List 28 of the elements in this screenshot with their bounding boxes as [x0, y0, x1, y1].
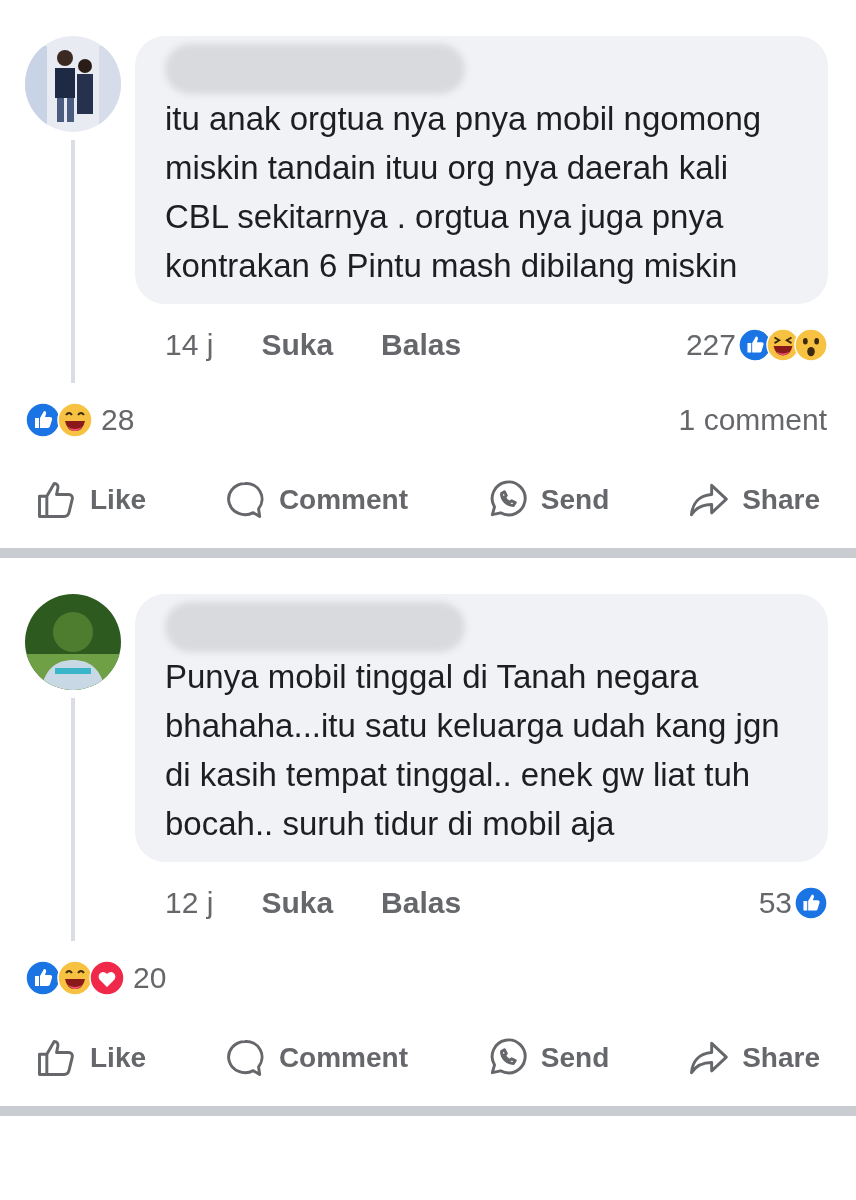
send-button[interactable]: Send — [484, 1036, 610, 1080]
reply-link[interactable]: Balas — [381, 322, 462, 367]
reaction-count: 53 — [758, 885, 792, 921]
like-link[interactable]: Suka — [261, 322, 334, 367]
send-button[interactable]: Send — [484, 478, 610, 522]
comment-button[interactable]: Comment — [222, 1036, 408, 1080]
share-button[interactable]: Share — [686, 1036, 820, 1080]
comment-button[interactable]: Comment — [222, 478, 408, 522]
like-link[interactable]: Suka — [261, 880, 334, 925]
like-reaction-icon — [25, 959, 61, 996]
like-reaction-icon — [25, 401, 61, 438]
reply-link[interactable]: Balas — [381, 880, 462, 925]
surprised-reaction-icon — [794, 327, 828, 362]
like-reaction-icon — [794, 885, 828, 920]
heart-reaction-icon — [89, 959, 125, 996]
like-button[interactable]: Like — [34, 1036, 147, 1080]
reaction-count: 227 — [685, 327, 736, 363]
comment-text: itu anak orgtua nya pnya mobil ngomong miskin tandain ituu org nya daerah kali CBL sekitarnya . orgtua nya juga pnya kontrakan 6 Pintu mash dibilang miskin — [165, 99, 763, 286]
share-button[interactable]: Share — [686, 478, 820, 522]
comment-time: 12 j — [165, 885, 214, 921]
laughing-reaction-icon — [57, 959, 93, 996]
reaction-count: 28 — [101, 402, 135, 438]
comment-time: 14 j — [165, 327, 214, 363]
comment-text: Punya mobil tinggal di Tanah negara bhahaha...itu satu keluarga udah kang jgn di kasih tempat tinggal.. enek gw liat tuh bocah.. suruh tidur di mobil aja — [165, 657, 781, 844]
like-button[interactable]: Like — [34, 478, 147, 522]
laughing-reaction-icon — [57, 401, 93, 438]
comment-count[interactable]: 1 comment — [678, 397, 827, 442]
reaction-count: 20 — [133, 960, 167, 996]
